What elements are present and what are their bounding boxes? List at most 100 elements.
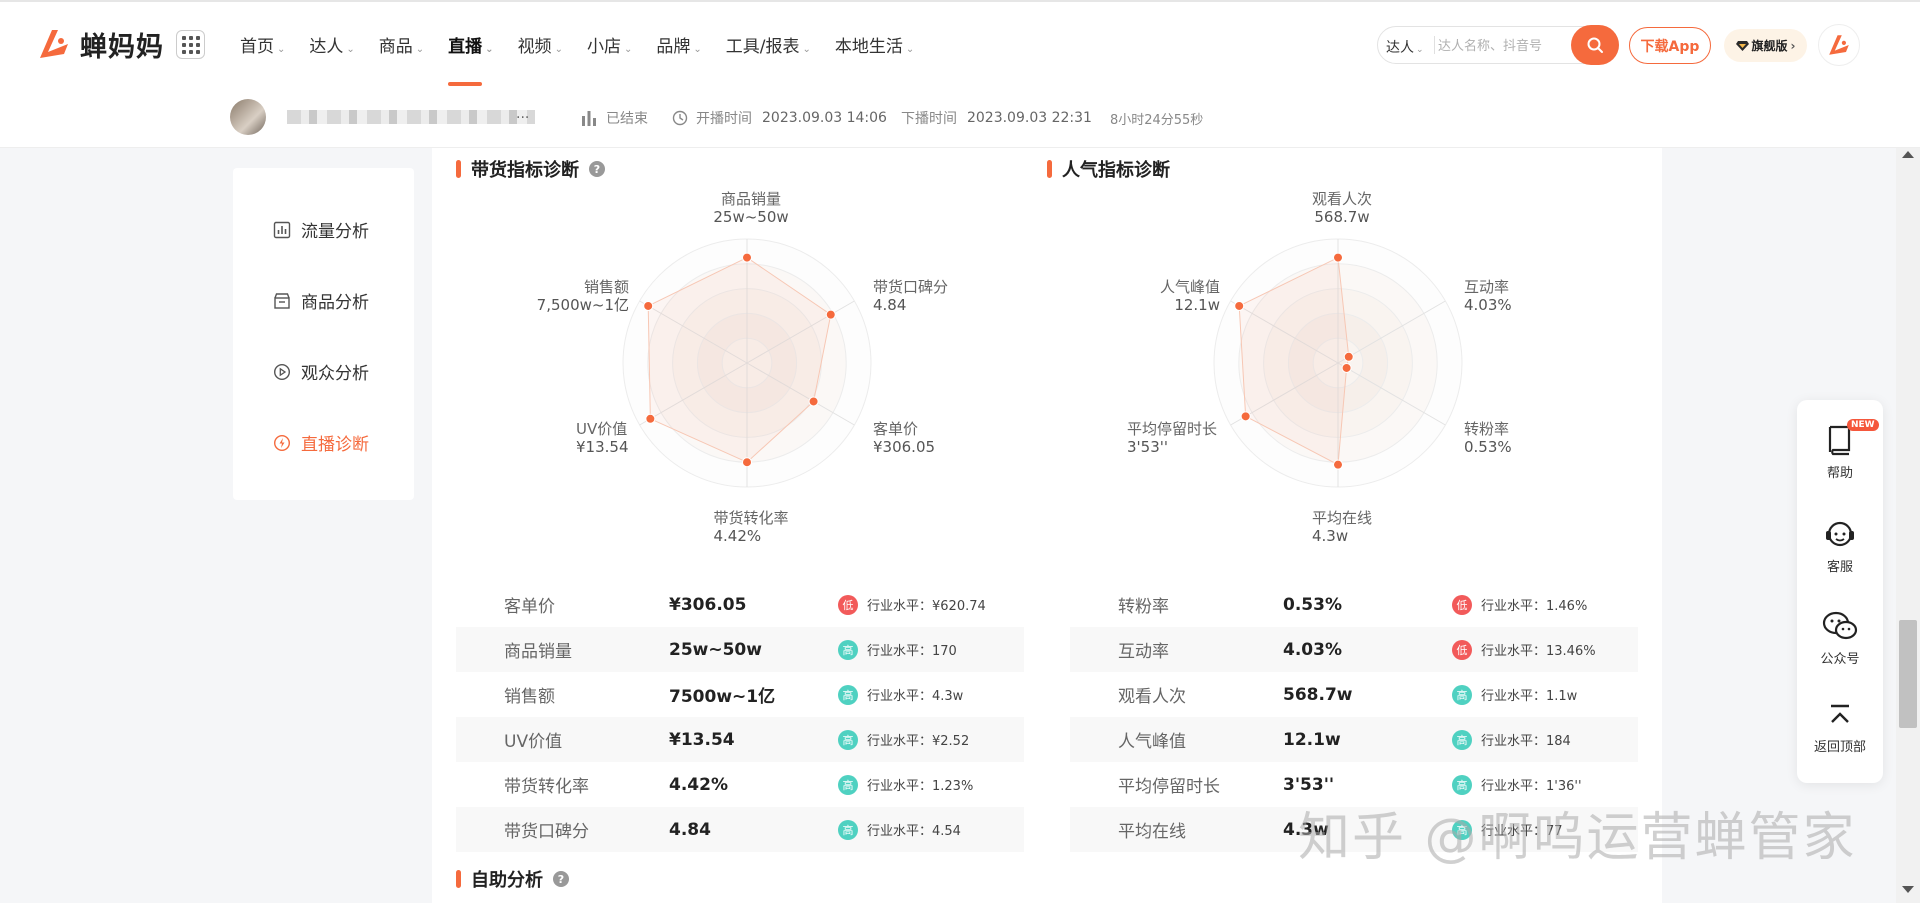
radar-point[interactable]	[825, 309, 836, 320]
radar-label-views: 观看人次 568.7w	[1311, 190, 1373, 226]
user-avatar[interactable]	[1818, 24, 1860, 66]
streamer-name-blurred	[287, 110, 535, 124]
main-nav: 首页 ⌄ 达人 ⌄ 商品 ⌄ 直播 ⌄ 视频 ⌄ 小店 ⌄ 品牌 ⌄ 工具/报表 ⌄ 本地生活 ⌄	[228, 32, 926, 57]
streamer-avatar[interactable]	[230, 99, 266, 135]
radar-point[interactable]	[1333, 252, 1343, 263]
wechat-icon	[1822, 611, 1858, 640]
radar-label-sales-volume: 商品销量 25w~50w	[713, 190, 789, 226]
shop-icon	[273, 292, 291, 310]
level-badge: 低	[1452, 594, 1472, 615]
customer-service-button[interactable]: 客服	[1797, 518, 1883, 575]
scroll-down-arrow-icon[interactable]	[1902, 886, 1914, 893]
new-badge: NEW	[1847, 419, 1879, 431]
download-app-button[interactable]: 下载App	[1629, 27, 1711, 64]
chevron-down-icon: ⌄	[905, 44, 915, 55]
nav-item-video[interactable]: 视频 ⌄	[506, 32, 575, 57]
radar-label-interaction: 互动率 4.03%	[1464, 278, 1512, 314]
search-type-select[interactable]: 达人 ⌄	[1386, 37, 1424, 57]
diagnosis-panel: 带货指标诊断 ? 人气指标诊断 商品销量 25w~50w 带货口碑分 4.84 客单…	[432, 148, 1662, 903]
radar-point[interactable]	[1343, 351, 1354, 362]
start-time-label: 开播时间	[696, 111, 752, 127]
radar-label-avg-price: 客单价 ¥306.05	[873, 420, 936, 456]
end-time-label: 下播时间	[900, 111, 957, 127]
chevron-down-icon: ⌄	[277, 44, 286, 55]
nav-item-tools[interactable]: 工具/报表 ⌄	[714, 32, 823, 57]
table-row: 销售额 7500w~1亿高行业水平：4.3w	[456, 672, 1024, 717]
section-accent-bar	[456, 160, 461, 178]
radar-point[interactable]	[808, 396, 819, 407]
clock-icon	[672, 110, 688, 126]
chevron-down-icon: ⌄	[623, 44, 633, 55]
scroll-up-arrow-icon[interactable]	[1902, 151, 1914, 158]
help-icon[interactable]: ?	[589, 161, 605, 177]
popularity-section-title: 人气指标诊断	[1047, 156, 1170, 182]
live-duration: 8小时24分55秒	[1109, 112, 1204, 128]
diamond-icon	[1735, 40, 1749, 51]
search-input[interactable]	[1438, 35, 1568, 55]
popularity-radar-chart	[1213, 238, 1463, 488]
help-button[interactable]: 帮助	[1797, 424, 1883, 481]
search-icon	[1587, 37, 1603, 53]
flagship-version-button[interactable]: 旗舰版 ›	[1724, 29, 1807, 62]
scrollbar-thumb[interactable]	[1899, 620, 1917, 728]
radar-point[interactable]	[1341, 362, 1352, 373]
chevron-down-icon: ⌄	[346, 44, 355, 55]
table-row: 客单价 ¥306.05 低行业水平：¥620.74	[504, 594, 986, 617]
level-badge: 高	[838, 819, 858, 840]
search-button[interactable]	[1571, 25, 1619, 65]
help-icon[interactable]: ?	[553, 871, 569, 887]
live-meta: 已结束 开播时间 2023.09.03 14:06 下播时间 2023.09.0…	[580, 108, 1203, 128]
table-row: 转粉率 0.53% 低行业水平：1.46%	[1118, 594, 1588, 617]
nav-item-local[interactable]: 本地生活 ⌄	[823, 32, 926, 57]
page-scrollbar[interactable]	[1896, 148, 1920, 903]
nav-item-live[interactable]: 直播 ⌄	[436, 32, 505, 57]
radar-point[interactable]	[1234, 300, 1245, 311]
sales-radar-chart	[622, 238, 872, 488]
sidebar-item-traffic[interactable]: 流量分析	[273, 217, 369, 242]
chevron-down-icon: ⌄	[1416, 45, 1424, 55]
section-accent-bar	[1047, 160, 1052, 178]
analysis-sidenav: 流量分析 商品分析 观众分析 直播诊断	[233, 168, 414, 500]
headset-icon	[1826, 521, 1854, 547]
start-time-value: 2023.09.03 14:06	[762, 110, 887, 126]
sales-section-title: 带货指标诊断 ?	[456, 156, 605, 182]
end-time-value: 2023.09.03 22:31	[966, 110, 1092, 126]
radar-point[interactable]	[643, 300, 654, 311]
play-circle-icon	[273, 363, 291, 381]
sidebar-item-audience[interactable]: 观众分析	[273, 359, 369, 384]
level-badge: 高	[838, 684, 858, 705]
chevron-down-icon: ⌄	[485, 44, 494, 55]
nav-item-shop[interactable]: 小店 ⌄	[575, 32, 644, 57]
sidebar-item-product[interactable]: 商品分析	[273, 288, 369, 313]
radar-point[interactable]	[742, 252, 752, 263]
back-to-top-button[interactable]: 返回顶部	[1797, 702, 1883, 755]
chevron-down-icon: ⌄	[554, 44, 563, 55]
radar-label-reputation: 带货口碑分 4.84	[873, 278, 949, 314]
floating-toolbar: 帮助 NEW 客服 公众号 返回顶部	[1797, 400, 1883, 783]
nav-item-brand[interactable]: 品牌 ⌄	[644, 32, 713, 57]
arrow-to-top-icon	[1831, 704, 1849, 723]
chevron-down-icon: ⌄	[693, 44, 702, 55]
chevron-right-icon: ›	[1790, 38, 1796, 53]
bar-chart-icon	[582, 111, 596, 126]
radar-point[interactable]	[1333, 459, 1343, 470]
level-badge: 高	[838, 639, 858, 660]
radar-point[interactable]	[1240, 411, 1251, 422]
nav-item-home[interactable]: 首页 ⌄	[228, 32, 297, 57]
apps-grid-icon[interactable]	[176, 30, 205, 59]
nav-item-influencer[interactable]: 达人 ⌄	[297, 32, 366, 57]
nav-item-product[interactable]: 商品 ⌄	[367, 32, 436, 57]
table-row: 商品销量 25w~50w 高行业水平：170	[456, 627, 1024, 672]
sidebar-item-diagnosis[interactable]: 直播诊断	[273, 430, 369, 455]
radar-point[interactable]	[742, 457, 752, 468]
chevron-down-icon: ⌄	[415, 44, 425, 55]
watermark: 知乎 @啊呜运营蝉管家	[1298, 808, 1857, 868]
logo-icon	[1829, 35, 1849, 55]
table-row: 观看人次 568.7w 高行业水平：1.1w	[1118, 684, 1578, 707]
radar-point[interactable]	[645, 413, 656, 424]
wechat-official-button[interactable]: 公众号	[1797, 610, 1883, 667]
radar-label-avg-online: 平均在线 4.3w	[1311, 509, 1373, 545]
logo[interactable]: 蝉妈妈	[34, 24, 164, 64]
radar-label-stay-time: 平均停留时长 3'53''	[1127, 420, 1218, 456]
section-accent-bar	[456, 870, 461, 888]
